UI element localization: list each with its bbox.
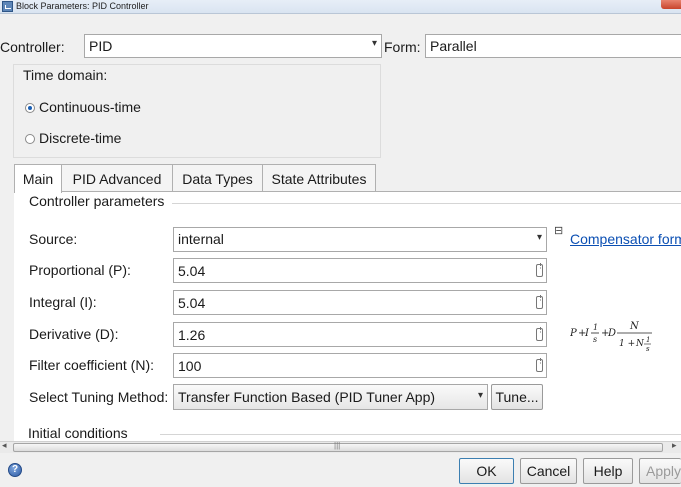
continuous-time-radio[interactable] (25, 103, 35, 113)
controller-parameters-title: Controller parameters (29, 193, 165, 209)
derivative-label: Derivative (D): (29, 326, 119, 342)
svg-text:N: N (629, 321, 640, 332)
integral-value: 5.04 (178, 295, 206, 311)
svg-text:N: N (635, 339, 645, 349)
window-title: Block Parameters: PID Controller (16, 1, 149, 11)
tab-data-types[interactable]: Data Types (172, 164, 263, 192)
svg-text:s: s (593, 335, 597, 344)
proportional-value: 5.04 (178, 263, 206, 279)
svg-text:I: I (584, 328, 590, 339)
tab-state-attributes[interactable]: State Attributes (262, 164, 376, 192)
tab-main[interactable]: Main (14, 164, 62, 193)
pid-formula-graphic: P + I 1 s + D N 1 + N 1 s (569, 321, 652, 353)
form-label: Form: (384, 39, 421, 55)
more-options-icon[interactable]: ⋮ (536, 358, 544, 372)
continuous-time-label[interactable]: Continuous-time (39, 99, 141, 115)
filter-coefficient-field[interactable]: 100 ⋮ (173, 353, 547, 378)
section-divider (172, 203, 681, 204)
chevron-down-icon: ▾ (536, 232, 542, 243)
source-select[interactable]: internal ▾ (173, 227, 547, 252)
controller-select-value: PID (89, 38, 113, 54)
title-bar: Block Parameters: PID Controller (0, 0, 681, 14)
tab-pid-advanced[interactable]: PID Advanced (61, 164, 173, 192)
form-select-value: Parallel (430, 38, 477, 54)
chevron-down-icon: ▾ (371, 38, 377, 49)
ok-button[interactable]: OK (459, 458, 514, 484)
collapse-icon[interactable]: ⊟ (554, 224, 563, 237)
svg-text:D: D (607, 328, 616, 339)
proportional-field[interactable]: 5.04 ⋮ (173, 258, 547, 283)
chevron-down-icon: ▾ (477, 390, 483, 401)
controller-select[interactable]: PID ▾ (84, 34, 382, 58)
help-icon[interactable]: ? (8, 463, 22, 477)
svg-text:1 +: 1 + (619, 339, 635, 349)
scrollbar-thumb[interactable]: ||| (13, 441, 663, 452)
derivative-field[interactable]: 1.26 ⋮ (173, 322, 547, 347)
filter-coefficient-label: Filter coefficient (N): (29, 357, 154, 373)
discrete-time-label[interactable]: Discrete-time (39, 130, 121, 146)
svg-text:s: s (646, 345, 650, 353)
integral-label: Integral (I): (29, 294, 97, 310)
form-select[interactable]: Parallel (425, 34, 681, 58)
section-divider (160, 434, 681, 435)
pid-formula: P + I 1 s + D N 1 + N 1 s (569, 318, 670, 361)
scroll-left-icon[interactable]: ◂ (2, 440, 7, 451)
apply-button[interactable]: Apply (639, 458, 681, 484)
filter-coefficient-value: 100 (178, 358, 202, 374)
source-select-value: internal (178, 231, 224, 247)
derivative-value: 1.26 (178, 327, 206, 343)
tuning-method-label: Select Tuning Method: (29, 389, 169, 405)
svg-text:P: P (570, 328, 577, 339)
proportional-label: Proportional (P): (29, 262, 131, 278)
initial-conditions-title: Initial conditions (28, 425, 128, 441)
tuning-method-select[interactable]: Transfer Function Based (PID Tuner App) … (173, 384, 488, 410)
cancel-button[interactable]: Cancel (520, 458, 577, 484)
horizontal-scrollbar[interactable]: ◂ ||| ▸ (0, 440, 681, 453)
more-options-icon[interactable]: ⋮ (536, 263, 544, 277)
grip-icon: ||| (334, 441, 341, 450)
time-domain-title: Time domain: (23, 67, 112, 83)
discrete-time-radio[interactable] (25, 134, 35, 144)
more-options-icon[interactable]: ⋮ (536, 295, 544, 309)
more-options-icon[interactable]: ⋮ (536, 327, 544, 341)
svg-text:1: 1 (646, 336, 650, 344)
integral-field[interactable]: 5.04 ⋮ (173, 290, 547, 315)
close-button[interactable] (661, 0, 681, 9)
tuning-method-value: Transfer Function Based (PID Tuner App) (178, 389, 436, 405)
compensator-form-link[interactable]: Compensator form (570, 231, 681, 247)
simulink-app-icon (2, 1, 13, 12)
tune-button[interactable]: Tune... (491, 384, 543, 410)
controller-label: Controller: (0, 39, 65, 55)
source-label: Source: (29, 231, 78, 247)
svg-text:1: 1 (593, 323, 598, 332)
help-button[interactable]: Help (583, 458, 633, 484)
scroll-right-icon[interactable]: ▸ (672, 440, 677, 451)
